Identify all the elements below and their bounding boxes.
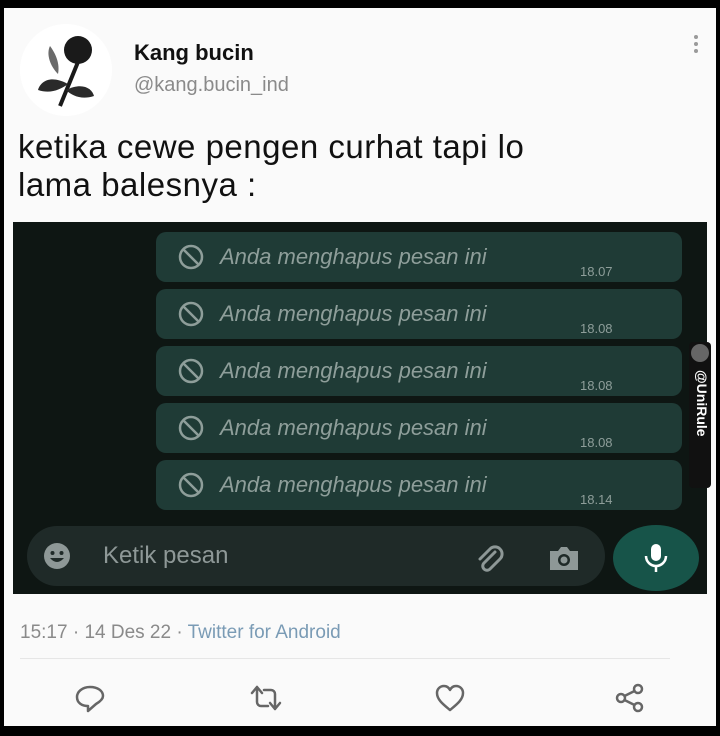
author-name[interactable]: Kang bucin <box>134 40 254 66</box>
message-time: 18.08 <box>580 378 613 393</box>
like-icon[interactable] <box>434 682 466 714</box>
deleted-message-bubble: Anda menghapus pesan ini 18.14 <box>156 460 682 510</box>
blocked-icon <box>178 244 204 270</box>
more-options-icon[interactable] <box>692 32 700 60</box>
mic-icon <box>644 544 668 572</box>
divider <box>20 658 670 659</box>
tweet-text: ketika cewe pengen curhat tapi lo lama b… <box>18 128 678 204</box>
deleted-message-text: Anda menghapus pesan ini <box>220 358 487 383</box>
tweet-date: 14 Des 22 <box>84 622 172 643</box>
message-time: 18.07 <box>580 264 613 279</box>
tweet-source-link[interactable]: Twitter for Android <box>188 622 341 643</box>
avatar[interactable] <box>20 24 112 116</box>
blocked-icon <box>178 358 204 384</box>
deleted-message-text: Anda menghapus pesan ini <box>220 301 487 326</box>
blocked-icon <box>178 301 204 327</box>
rose-avatar-image <box>20 24 112 116</box>
message-time: 18.14 <box>580 492 613 507</box>
message-composer: Ketik pesan <box>27 526 605 586</box>
tweet-card: Kang bucin @kang.bucin_ind ketika cewe p… <box>4 8 716 726</box>
deleted-message-bubble: Anda menghapus pesan ini 18.08 <box>156 346 682 396</box>
meta-separator: · <box>176 622 183 643</box>
deleted-message-text: Anda menghapus pesan ini <box>220 415 487 440</box>
deleted-message-text: Anda menghapus pesan ini <box>220 472 487 497</box>
deleted-message-bubble: Anda menghapus pesan ini 18.07 <box>156 232 682 282</box>
attach-icon[interactable] <box>473 542 505 574</box>
reply-icon[interactable] <box>74 682 106 714</box>
blocked-icon <box>178 472 204 498</box>
emoji-icon[interactable] <box>43 542 71 570</box>
message-time: 18.08 <box>580 435 613 450</box>
message-time: 18.08 <box>580 321 613 336</box>
blocked-icon <box>178 415 204 441</box>
deleted-message-text: Anda menghapus pesan ini <box>220 244 487 269</box>
message-input[interactable]: Ketik pesan <box>103 542 228 570</box>
tweet-text-line-2: lama balesnya : <box>18 166 257 203</box>
watermark-logo-icon <box>691 344 709 362</box>
share-icon[interactable] <box>614 682 646 714</box>
retweet-icon[interactable] <box>250 682 282 714</box>
camera-icon[interactable] <box>547 544 581 572</box>
watermark-text: @UniRule <box>694 370 710 437</box>
mic-button[interactable] <box>613 525 699 591</box>
tweet-text-line-1: ketika cewe pengen curhat tapi lo <box>18 128 525 165</box>
deleted-message-bubble: Anda menghapus pesan ini 18.08 <box>156 289 682 339</box>
meta-separator: · <box>72 622 80 643</box>
watermark: @UniRule <box>689 342 711 488</box>
tweet-meta: 15:17 · 14 Des 22 · Twitter for Android <box>20 622 341 644</box>
deleted-message-bubble: Anda menghapus pesan ini 18.08 <box>156 403 682 453</box>
author-handle[interactable]: @kang.bucin_ind <box>134 74 289 97</box>
tweet-time: 15:17 <box>20 622 68 643</box>
whatsapp-screenshot[interactable]: Anda menghapus pesan ini 18.07 Anda meng… <box>13 222 707 594</box>
